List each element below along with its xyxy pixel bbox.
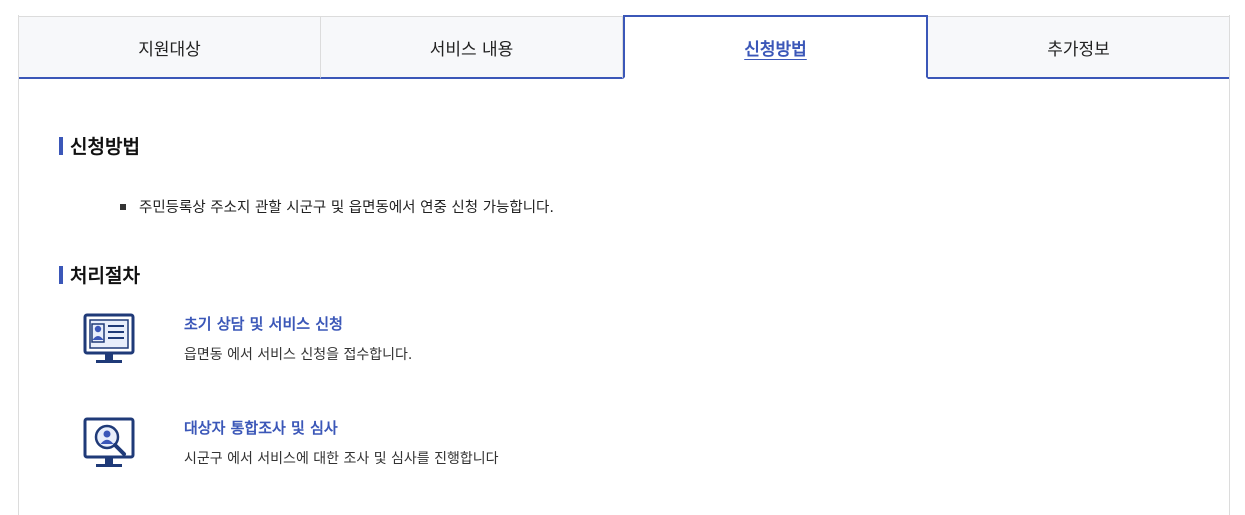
apply-section-title-text: 신청방법 — [70, 136, 140, 158]
monitor-profile-icon — [83, 313, 135, 363]
process-section-title: 처리절차 — [59, 261, 140, 288]
tab-bar: 지원대상 서비스 내용 신청방법 추가정보 — [19, 15, 1229, 79]
step-title: 초기 상담 및 서비스 신청 — [184, 315, 343, 333]
step-description: 읍면동 에서 서비스 신청을 접수합니다. — [184, 347, 413, 363]
step-title: 대상자 통합조사 및 심사 — [184, 419, 338, 437]
tab-application-method[interactable]: 신청방법 — [623, 15, 928, 79]
tab-additional-info[interactable]: 추가정보 — [928, 16, 1229, 79]
title-bar-marker — [59, 265, 63, 284]
title-bar-marker — [59, 136, 63, 155]
apply-list-item-text: 주민등록상 주소지 관할 시군구 및 읍면동에서 연중 신청 가능합니다. — [139, 200, 554, 216]
content-panel: 지원대상 서비스 내용 신청방법 추가정보 신청방법 주민등록상 주소지 관할 … — [18, 15, 1230, 515]
apply-section-title: 신청방법 — [59, 132, 140, 159]
step-description: 시군구 에서 서비스에 대한 조사 및 심사를 진행합니다 — [184, 451, 499, 467]
process-step: 대상자 통합조사 및 심사 시군구 에서 서비스에 대한 조사 및 심사를 진행… — [81, 417, 781, 487]
bullet-square-icon — [120, 203, 126, 210]
tab-eligibility[interactable]: 지원대상 — [19, 16, 321, 79]
monitor-search-user-icon — [83, 417, 135, 467]
tab-service-content[interactable]: 서비스 내용 — [321, 16, 623, 79]
process-step: 초기 상담 및 서비스 신청 읍면동 에서 서비스 신청을 접수합니다. — [81, 313, 781, 383]
process-section-title-text: 처리절차 — [70, 265, 140, 287]
apply-list-item: 주민등록상 주소지 관할 시군구 및 읍면동에서 연중 신청 가능합니다. — [120, 196, 554, 217]
